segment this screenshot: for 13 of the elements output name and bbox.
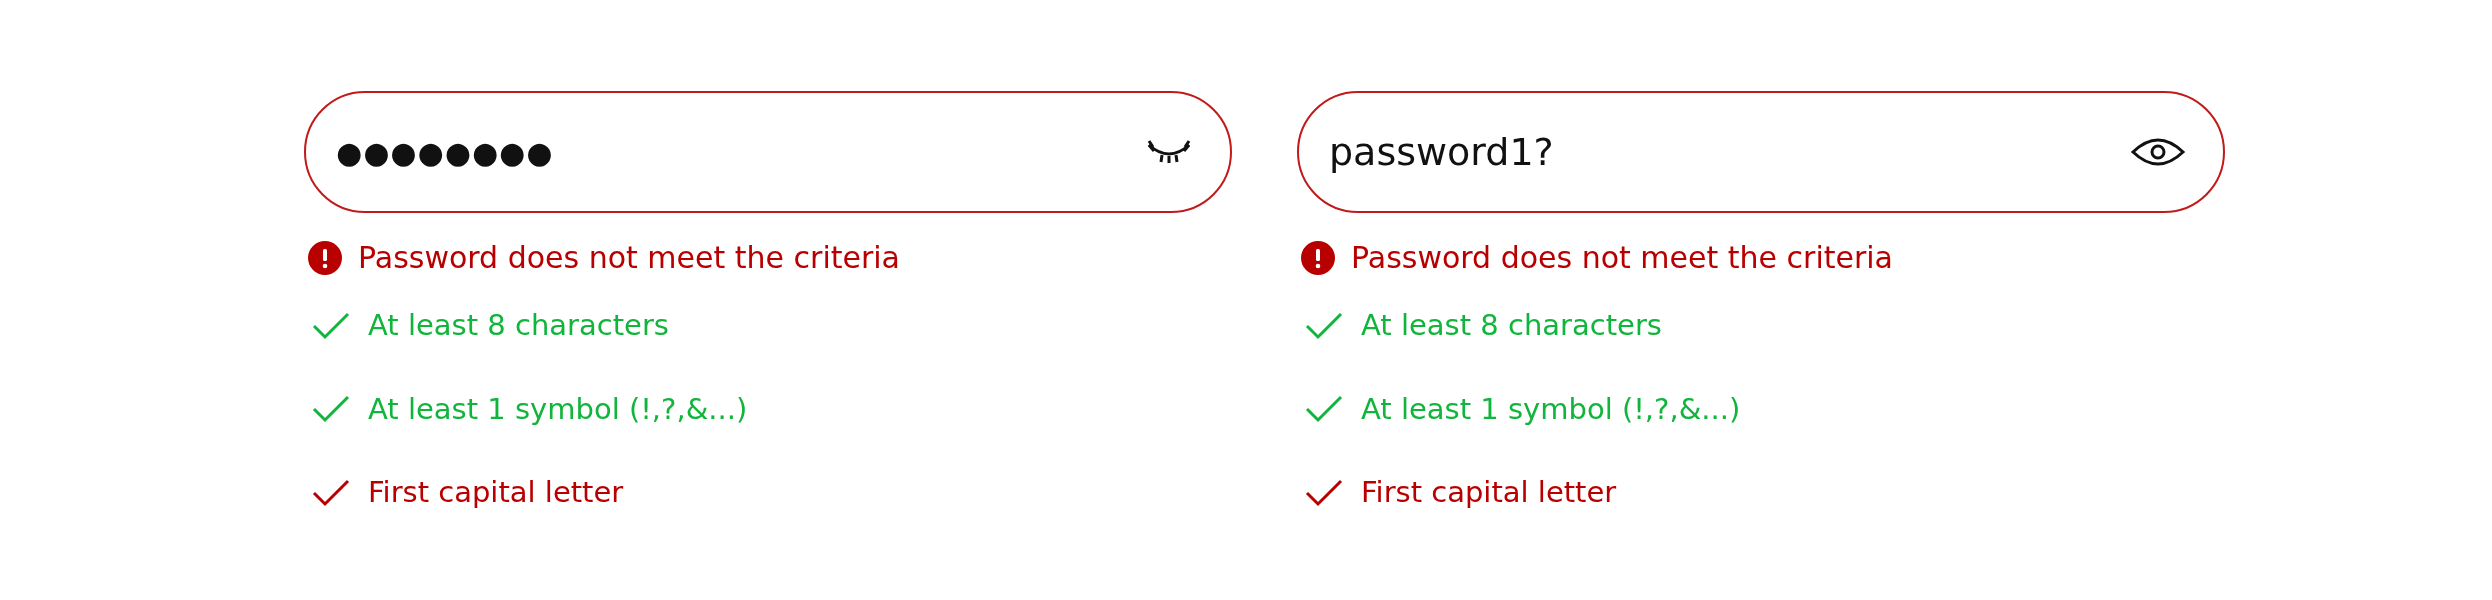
- criterion-text: At least 1 symbol (!,?,&...): [1361, 390, 1741, 428]
- password-field[interactable]: password1?: [1297, 91, 2225, 213]
- criterion-text: First capital letter: [1361, 474, 1617, 511]
- error-message: Password does not meet the criteria: [358, 239, 900, 277]
- criterion-text: At least 8 characters: [1361, 307, 1662, 344]
- error-message: Password does not meet the criteria: [1351, 239, 1893, 277]
- error-icon: [1301, 240, 1335, 275]
- criterion-text: At least 1 symbol (!,?,&...): [368, 390, 748, 428]
- criterion-text: First capital letter: [368, 474, 624, 511]
- error-icon: [308, 240, 342, 275]
- closed-eye-icon[interactable]: [1146, 139, 1192, 165]
- password-field[interactable]: ●●●●●●●●: [304, 91, 1232, 213]
- criterion-text: At least 8 characters: [368, 307, 669, 344]
